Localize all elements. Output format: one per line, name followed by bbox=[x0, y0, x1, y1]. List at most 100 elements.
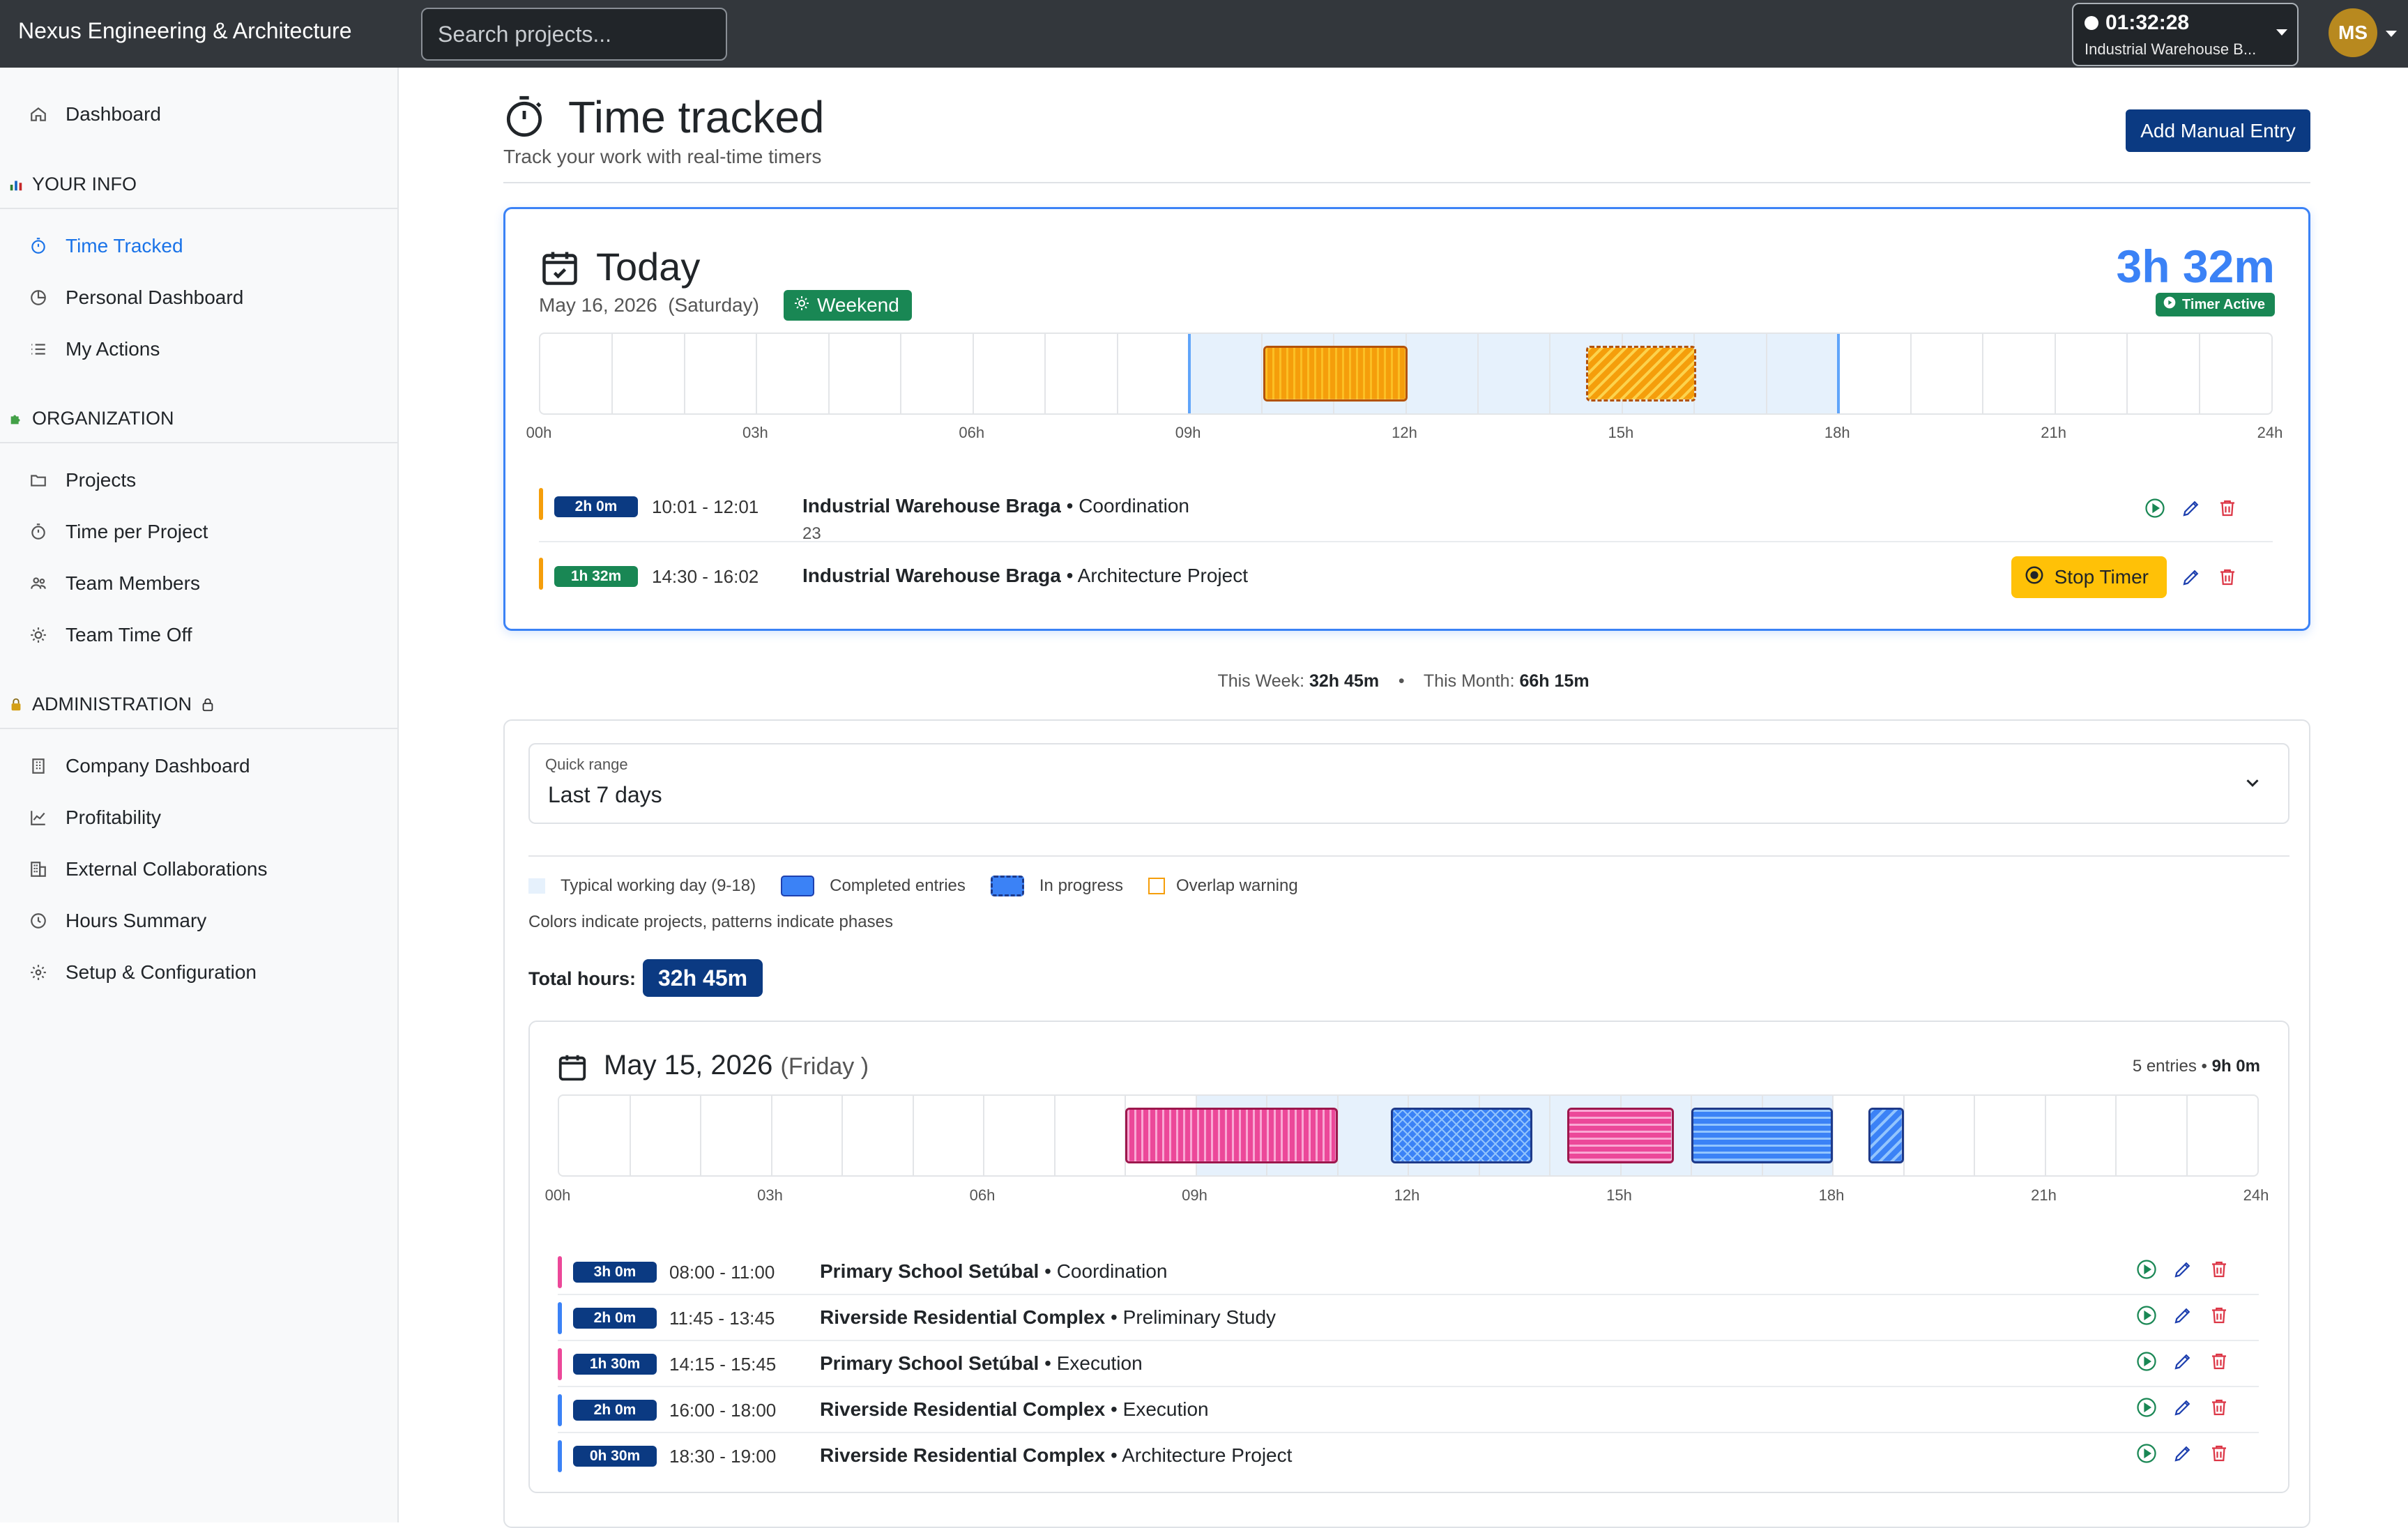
hour-gridline bbox=[2198, 334, 2200, 413]
sidebar-item-company-dashboard[interactable]: Company Dashboard bbox=[28, 752, 250, 780]
timeline-legend: Typical working day (9-18) Completed ent… bbox=[528, 876, 1323, 896]
active-timer-dropdown[interactable]: 01:32:28 Industrial Warehouse B... bbox=[2072, 3, 2299, 66]
time-block[interactable] bbox=[1390, 1108, 1532, 1163]
today-title: Today bbox=[596, 245, 701, 289]
entry-actions: Stop Timer bbox=[2011, 556, 2239, 598]
today-timeline-axis: 00h 03h 06h 09h 12h 15h 18h 21h 24h bbox=[526, 424, 2283, 445]
entry-project: Primary School Setúbal • Coordination bbox=[820, 1260, 1168, 1282]
sidebar-item-label: Projects bbox=[66, 469, 137, 491]
entry-project: Industrial Warehouse Braga • Coordinatio… bbox=[802, 495, 1189, 517]
sidebar-item-label: Personal Dashboard bbox=[66, 286, 244, 308]
delete-icon[interactable] bbox=[2207, 1396, 2231, 1419]
entry-project: Primary School Setúbal • Execution bbox=[820, 1352, 1143, 1374]
entry-time-range: 14:30 - 16:02 bbox=[652, 566, 759, 587]
axis-tick-label: 21h bbox=[2031, 1186, 2057, 1204]
stop-timer-button[interactable]: Stop Timer bbox=[2011, 556, 2167, 598]
resume-icon[interactable] bbox=[2135, 1304, 2158, 1327]
entry-actions bbox=[2135, 1258, 2231, 1281]
hour-gridline bbox=[900, 334, 902, 413]
time-entry-row: 1h 30m 14:15 - 15:45 Primary School Setúba… bbox=[558, 1341, 2259, 1387]
axis-tick-label: 18h bbox=[1824, 424, 1850, 441]
time-block[interactable] bbox=[1567, 1108, 1674, 1163]
time-block[interactable] bbox=[1125, 1108, 1338, 1163]
sidebar-item-profitability[interactable]: Profitability bbox=[28, 804, 161, 832]
delete-icon[interactable] bbox=[2216, 565, 2239, 589]
today-date: May 16, 2026 (Saturday) bbox=[539, 294, 759, 316]
edit-icon[interactable] bbox=[2171, 1258, 2195, 1281]
hour-gridline bbox=[1982, 334, 1984, 413]
sidebar-item-projects[interactable]: Projects bbox=[28, 466, 136, 494]
edit-icon[interactable] bbox=[2171, 1442, 2195, 1465]
resume-icon[interactable] bbox=[2135, 1258, 2158, 1281]
quick-range-select[interactable]: Quick range Last 7 days bbox=[528, 743, 2289, 824]
delete-icon[interactable] bbox=[2207, 1258, 2231, 1281]
axis-tick-label: 18h bbox=[1818, 1186, 1845, 1204]
project-color-bar bbox=[558, 1256, 562, 1288]
delete-icon[interactable] bbox=[2207, 1442, 2231, 1465]
time-block[interactable] bbox=[1586, 346, 1697, 402]
delete-icon[interactable] bbox=[2207, 1304, 2231, 1327]
edit-icon[interactable] bbox=[2179, 565, 2203, 589]
time-block[interactable] bbox=[1263, 346, 1408, 402]
day-summary: 5 entries • 9h 0m bbox=[2132, 1057, 2260, 1076]
time-entry-row: 2h 0m 16:00 - 18:00 Riverside Residential … bbox=[558, 1387, 2259, 1433]
hour-gridline bbox=[1053, 1096, 1056, 1175]
range-card: Quick range Last 7 days Typical working … bbox=[503, 719, 2310, 1528]
sidebar-item-team-time-off[interactable]: Team Time Off bbox=[28, 621, 192, 649]
time-block[interactable] bbox=[1868, 1108, 1904, 1163]
sidebar-item-label: Hours Summary bbox=[66, 910, 207, 931]
hour-gridline bbox=[972, 334, 974, 413]
time-entry-row: 3h 0m 08:00 - 11:00 Primary School Setúbal… bbox=[558, 1249, 2259, 1295]
sidebar: Dashboard YOUR INFO Time Tracked Persona… bbox=[0, 68, 399, 1522]
edit-icon[interactable] bbox=[2171, 1304, 2195, 1327]
chevron-down-icon[interactable] bbox=[2386, 31, 2397, 37]
divider bbox=[0, 728, 397, 729]
sidebar-item-team-members[interactable]: Team Members bbox=[28, 570, 200, 597]
user-avatar[interactable]: MS bbox=[2329, 8, 2377, 57]
day-title: May 15, 2026 (Friday ) bbox=[604, 1050, 869, 1080]
resume-icon[interactable] bbox=[2143, 496, 2167, 520]
sidebar-item-hours-summary[interactable]: Hours Summary bbox=[28, 907, 206, 935]
sidebar-item-external-collaborations[interactable]: External Collaborations bbox=[28, 855, 268, 883]
gear-icon bbox=[28, 962, 49, 983]
edit-icon[interactable] bbox=[2171, 1396, 2195, 1419]
sidebar-item-label: External Collaborations bbox=[66, 858, 268, 880]
edit-icon[interactable] bbox=[2179, 496, 2203, 520]
current-time-marker bbox=[1837, 334, 1841, 413]
total-hours-badge: 32h 45m bbox=[643, 959, 763, 997]
resume-icon[interactable] bbox=[2135, 1350, 2158, 1373]
delete-icon[interactable] bbox=[2216, 496, 2239, 520]
sidebar-item-label: Team Members bbox=[66, 572, 200, 594]
resume-icon[interactable] bbox=[2135, 1396, 2158, 1419]
hour-gridline bbox=[1910, 334, 1912, 413]
sidebar-item-my-actions[interactable]: My Actions bbox=[28, 335, 160, 363]
sidebar-item-setup-configuration[interactable]: Setup & Configuration bbox=[28, 958, 257, 986]
resume-icon[interactable] bbox=[2135, 1442, 2158, 1465]
sidebar-item-time-per-project[interactable]: Time per Project bbox=[28, 518, 208, 546]
sidebar-item-time-tracked[interactable]: Time Tracked bbox=[28, 232, 183, 260]
add-manual-entry-button[interactable]: Add Manual Entry bbox=[2126, 109, 2310, 152]
hour-gridline bbox=[1765, 334, 1767, 413]
entry-time-range: 14:15 - 15:45 bbox=[669, 1354, 777, 1375]
time-entry-row: 2h 0m 10:01 - 12:01 Industrial Warehouse B… bbox=[539, 473, 2273, 543]
project-color-bar bbox=[558, 1440, 562, 1472]
edit-icon[interactable] bbox=[2171, 1350, 2195, 1373]
project-color-bar bbox=[539, 488, 543, 520]
hour-gridline bbox=[841, 1096, 843, 1175]
delete-icon[interactable] bbox=[2207, 1350, 2231, 1373]
brand-name[interactable]: Nexus Engineering & Architecture bbox=[18, 18, 351, 44]
sidebar-item-personal-dashboard[interactable]: Personal Dashboard bbox=[28, 284, 243, 312]
sidebar-item-label: Dashboard bbox=[66, 103, 161, 125]
lock-icon bbox=[7, 696, 25, 714]
section-administration: ADMINISTRATION bbox=[7, 694, 224, 715]
axis-tick-label: 06h bbox=[959, 424, 985, 441]
divider bbox=[0, 208, 397, 209]
sidebar-item-dashboard[interactable]: Dashboard bbox=[28, 100, 161, 128]
search-input[interactable] bbox=[421, 8, 727, 61]
chevron-down-icon bbox=[2242, 772, 2263, 797]
time-block[interactable] bbox=[1691, 1108, 1833, 1163]
day-timeline bbox=[558, 1094, 2259, 1177]
hour-gridline bbox=[983, 1096, 984, 1175]
axis-tick-label: 21h bbox=[2041, 424, 2066, 441]
axis-tick-label: 09h bbox=[1175, 424, 1201, 441]
